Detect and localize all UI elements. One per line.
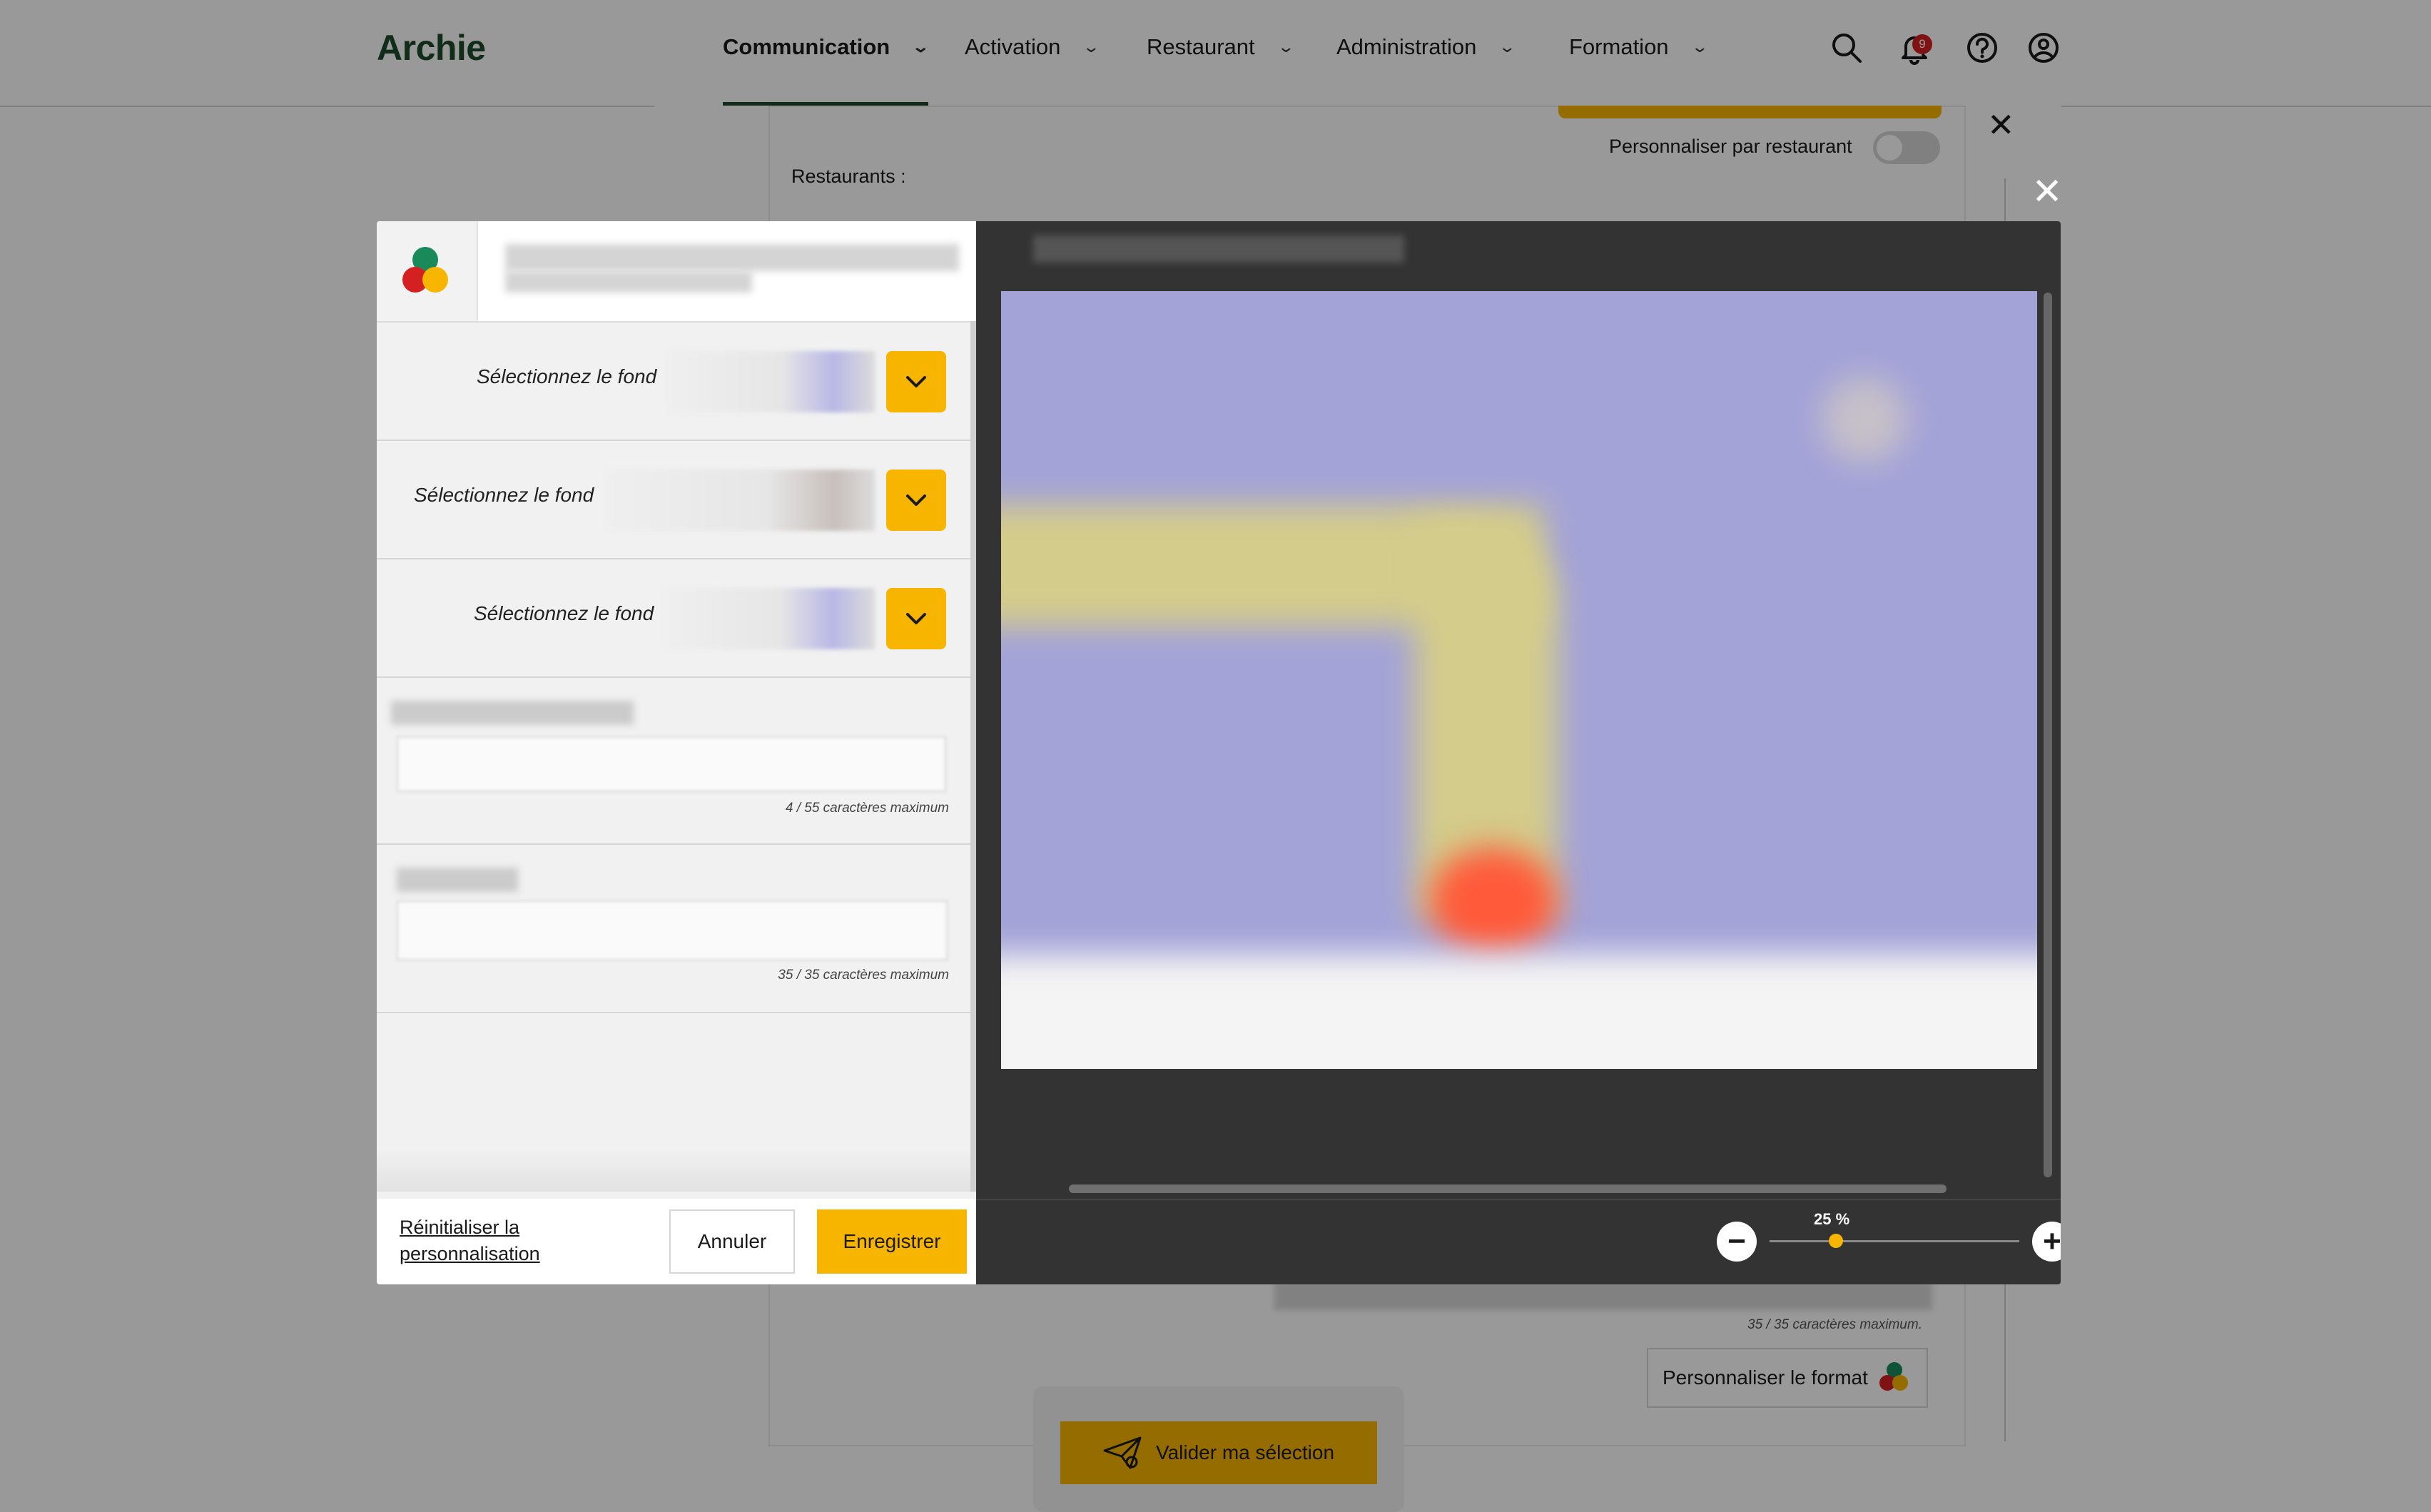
brand-logo-icon (377, 221, 478, 321)
background-dropdown-button[interactable] (886, 470, 946, 531)
vertical-scrollbar[interactable] (2044, 293, 2052, 1177)
char-count: 35 / 35 caractères maximum (778, 968, 949, 983)
zoom-slider-handle[interactable] (1829, 1234, 1843, 1248)
scrollbar-thumb[interactable] (2044, 293, 2052, 1177)
char-count: 4 / 55 caractères maximum (785, 801, 949, 816)
field-label-blurred (397, 868, 518, 892)
background-select-label: Sélectionnez le fond (414, 484, 594, 506)
zoom-slider[interactable] (1770, 1240, 2019, 1242)
editor-footer: Réinitialiser la personnalisation Annule… (377, 1199, 976, 1284)
background-swatch[interactable] (665, 588, 875, 649)
close-icon[interactable]: ✕ (2026, 171, 2068, 213)
save-button[interactable]: Enregistrer (817, 1209, 967, 1274)
background-select-row: Sélectionnez le fond (377, 323, 970, 441)
background-select-row: Sélectionnez le fond (377, 441, 970, 559)
preview-footer-strip (1001, 955, 2037, 1069)
cancel-button[interactable]: Annuler (669, 1209, 795, 1274)
text-field-block: 4 / 55 caractères maximum (377, 678, 970, 845)
preview-shape (1822, 377, 1907, 462)
preview-shape (1429, 848, 1558, 955)
background-dropdown-button[interactable] (886, 351, 946, 412)
background-select-label: Sélectionnez le fond (474, 602, 654, 624)
field-label-blurred (391, 701, 634, 725)
preview-canvas (1001, 291, 2037, 1069)
editor-panel: Sélectionnez le fond Sélectionnez le fon… (377, 221, 976, 1284)
reset-customization-link[interactable]: Réinitialiser la personnalisation (400, 1214, 571, 1267)
text-input[interactable] (397, 736, 946, 792)
preview-panel: − 25 % + (976, 221, 2061, 1284)
zoom-out-icon[interactable]: − (1717, 1222, 1757, 1262)
template-subtitle-blurred (505, 271, 752, 293)
text-input[interactable] (397, 900, 948, 960)
background-select-label: Sélectionnez le fond (477, 365, 657, 387)
chevron-down-icon (906, 613, 926, 624)
preview-title-blurred (1033, 235, 1404, 263)
chevron-down-icon (906, 376, 926, 387)
background-select-row: Sélectionnez le fond (377, 559, 970, 678)
zoom-level: 25 % (1814, 1210, 1850, 1228)
text-field-block: 35 / 35 caractères maximum (377, 845, 970, 1013)
scrollbar[interactable] (970, 321, 976, 1192)
horizontal-scrollbar[interactable] (1069, 1184, 1947, 1193)
background-swatch[interactable] (607, 470, 875, 531)
scroll-fade (377, 1149, 970, 1192)
chevron-down-icon (906, 494, 926, 506)
customization-modal: Sélectionnez le fond Sélectionnez le fon… (377, 221, 2061, 1284)
editor-header (377, 221, 976, 323)
background-dropdown-button[interactable] (886, 588, 946, 649)
template-title-blurred (505, 244, 959, 271)
background-swatch[interactable] (668, 351, 875, 412)
